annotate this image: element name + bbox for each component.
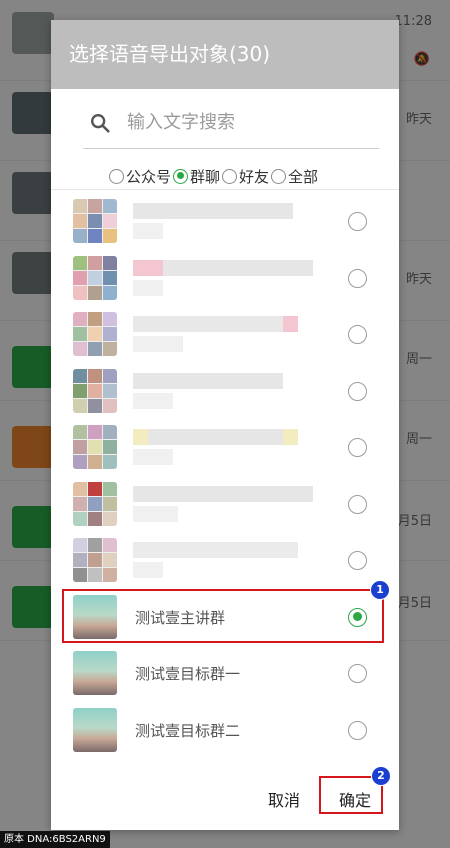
- export-target-dialog: 选择语音导出对象(30) 公众号 群聊 好友 全部: [51, 20, 399, 830]
- filter-radio-group: 公众号 群聊 好友 全部: [109, 164, 320, 188]
- group-avatar: [73, 312, 117, 356]
- group-avatar: [73, 651, 117, 695]
- list-item[interactable]: [51, 250, 399, 307]
- filter-public-account[interactable]: 公众号: [109, 166, 171, 187]
- divider: [51, 189, 399, 190]
- list-item[interactable]: [51, 363, 399, 420]
- filter-group-chat[interactable]: 群聊: [173, 166, 220, 187]
- group-avatar: [73, 538, 117, 582]
- list-item[interactable]: [51, 419, 399, 476]
- radio-icon: [271, 168, 287, 184]
- blurred-group-name: [133, 316, 313, 354]
- group-avatar: [73, 199, 117, 243]
- step-badge-2: 2: [371, 766, 391, 786]
- step-badge-1: 1: [370, 580, 390, 600]
- group-list: 测试壹主讲群 测试壹目标群一 测试壹目标群二: [51, 193, 399, 758]
- filter-friends[interactable]: 好友: [222, 166, 269, 187]
- radio-icon: [348, 438, 367, 457]
- radio-icon: [222, 168, 238, 184]
- group-avatar: [73, 481, 117, 526]
- filter-all[interactable]: 全部: [271, 166, 318, 187]
- filter-label: 公众号: [126, 167, 172, 186]
- filter-label: 群聊: [190, 167, 221, 186]
- group-avatar: [73, 425, 117, 469]
- blurred-group-name: [133, 485, 313, 524]
- blurred-group-name: [133, 203, 313, 241]
- blurred-group-name: [133, 542, 313, 580]
- radio-checked-icon: [173, 168, 189, 184]
- list-item-target-group-2[interactable]: 测试壹目标群二: [51, 702, 399, 759]
- list-item[interactable]: [51, 193, 399, 250]
- list-item[interactable]: [51, 306, 399, 363]
- dialog-title: 选择语音导出对象(30): [51, 20, 399, 89]
- blurred-group-name: [133, 372, 313, 411]
- radio-icon: [348, 551, 367, 570]
- group-avatar: [73, 368, 117, 413]
- radio-icon: [348, 381, 367, 401]
- list-item[interactable]: [51, 532, 399, 589]
- radio-checked-icon: [348, 607, 367, 627]
- list-item-main-group[interactable]: 测试壹主讲群: [51, 589, 399, 646]
- cancel-button[interactable]: 取消: [262, 786, 306, 812]
- radio-icon: [109, 168, 124, 184]
- group-avatar: [73, 707, 117, 752]
- radio-icon: [348, 325, 367, 344]
- radio-icon: [348, 268, 367, 288]
- radio-icon: [348, 212, 367, 231]
- radio-icon: [348, 720, 367, 740]
- filter-label: 好友: [239, 167, 270, 186]
- group-avatar: [73, 255, 117, 300]
- group-avatar: [73, 594, 117, 639]
- search-icon: [91, 114, 110, 133]
- group-name: 测试壹目标群二: [135, 721, 241, 740]
- blurred-group-name: [133, 429, 313, 467]
- search-input[interactable]: [125, 111, 369, 134]
- list-item-target-group-1[interactable]: 测试壹目标群一: [51, 645, 399, 702]
- list-item[interactable]: [51, 476, 399, 533]
- radio-icon: [348, 494, 367, 514]
- group-name: 测试壹主讲群: [135, 608, 226, 627]
- group-name: 测试壹目标群一: [135, 665, 241, 683]
- blurred-group-name: [133, 259, 313, 298]
- radio-icon: [348, 664, 367, 683]
- watermark: 原本 DNA:6BS2ARN9: [0, 831, 110, 848]
- search-box[interactable]: [83, 108, 379, 149]
- filter-label: 全部: [288, 167, 319, 186]
